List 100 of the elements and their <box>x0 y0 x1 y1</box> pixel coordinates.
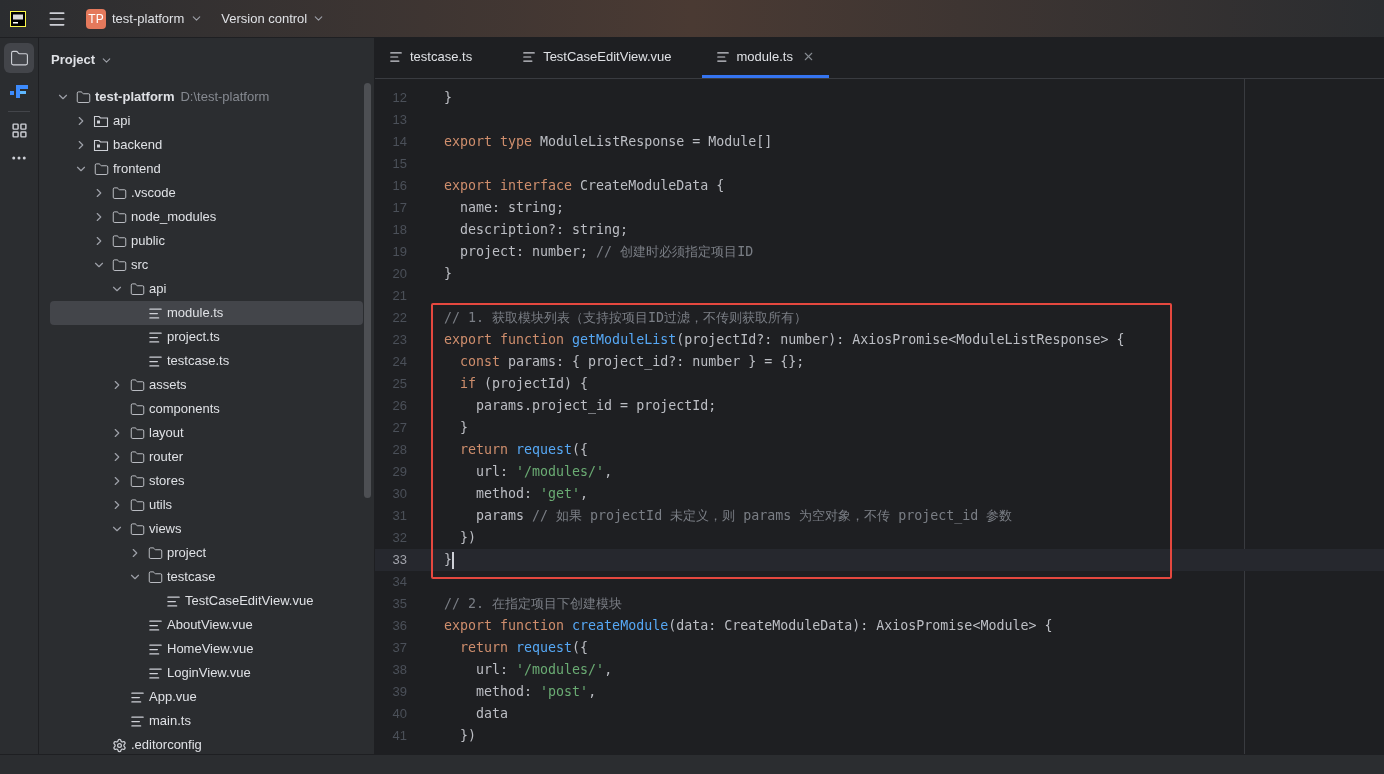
code-text: }) <box>459 727 477 746</box>
code-text: // 2. 在指定项目下创建模块 <box>444 595 623 614</box>
code-text: } <box>444 265 452 284</box>
folder-icon <box>129 281 145 297</box>
tree-item[interactable]: AboutView.vue <box>50 613 363 637</box>
folder-icon <box>93 161 109 177</box>
tree-item[interactable]: HomeView.vue <box>50 637 363 661</box>
tree-item[interactable]: views <box>50 517 363 541</box>
code-text: name: string; <box>459 199 565 218</box>
folder-icon <box>111 257 127 273</box>
file-icon <box>147 305 163 321</box>
code-text: const params: { project_id?: number } = {}; <box>459 353 805 372</box>
editor-tab[interactable]: module.ts <box>701 38 829 78</box>
scrollbar[interactable] <box>364 83 371 498</box>
tree-item[interactable]: layout <box>50 421 363 445</box>
tree-item[interactable]: TestCaseEditView.vue <box>50 589 363 613</box>
tree-item[interactable]: src <box>50 253 363 277</box>
tree-item-label: views <box>149 520 182 539</box>
tree-item-label: node_modules <box>131 208 217 227</box>
tree-item[interactable]: api <box>50 109 363 133</box>
file-icon <box>129 689 145 705</box>
folder-icon <box>129 473 145 489</box>
project-selector[interactable]: TP test-platform <box>86 8 204 29</box>
file-icon <box>715 49 730 64</box>
panel-title[interactable]: Project <box>51 50 114 70</box>
project-tool-button[interactable] <box>4 43 34 73</box>
code-text: method: 'get', <box>475 485 589 504</box>
tree-item[interactable]: assets <box>50 373 363 397</box>
code-text: } <box>444 550 454 570</box>
tree-item[interactable]: frontend <box>50 157 363 181</box>
file-icon <box>129 713 145 729</box>
tree-item-label: LoginView.vue <box>167 664 251 683</box>
tree-item[interactable]: router <box>50 445 363 469</box>
folder-icon <box>129 521 145 537</box>
tree-item[interactable]: components <box>50 397 363 421</box>
code-text: export type ModuleListResponse = Module[] <box>444 133 773 152</box>
tree-item[interactable]: LoginView.vue <box>50 661 363 685</box>
app-logo-icon[interactable] <box>10 10 26 27</box>
code-text: } <box>459 419 469 438</box>
file-icon <box>147 617 163 633</box>
tree-item[interactable]: project.ts <box>50 325 363 349</box>
tree-item-label: assets <box>149 376 187 395</box>
tree-item[interactable]: .editorconfig <box>50 733 363 757</box>
file-icon <box>147 353 163 369</box>
tree-item-label: frontend <box>113 160 161 179</box>
code-text: } <box>444 89 452 108</box>
tree-item-label: HomeView.vue <box>167 640 254 659</box>
folder-icon <box>147 569 163 585</box>
folder-icon <box>129 377 145 393</box>
code-text: params // 如果 projectId 未定义，则 params 为空对象，不传 project_id 参数 <box>475 507 1013 526</box>
tree-item[interactable]: utils <box>50 493 363 517</box>
tree-item[interactable]: public <box>50 229 363 253</box>
tree-item[interactable]: stores <box>50 469 363 493</box>
tree-item-label: .vscode <box>131 184 176 203</box>
tree-item[interactable]: testcase.ts <box>50 349 363 373</box>
tree-item-label: module.ts <box>167 304 224 323</box>
tree-item-label: layout <box>149 424 184 443</box>
tree-item-label: TestCaseEditView.vue <box>185 592 314 611</box>
tree-item[interactable]: main.ts <box>50 709 363 733</box>
tree-item[interactable]: testcase <box>50 565 363 589</box>
code-text: params.project_id = projectId; <box>475 397 717 416</box>
tree-item-label: App.vue <box>149 688 197 707</box>
tree-item[interactable]: backend <box>50 133 363 157</box>
tree-item[interactable]: module.ts <box>50 301 363 325</box>
tree-item[interactable]: project <box>50 541 363 565</box>
folder-icon <box>129 401 145 417</box>
editor-tab[interactable]: TestCaseEditView.vue <box>508 38 686 78</box>
folder-icon <box>111 233 127 249</box>
folder-icon <box>129 497 145 513</box>
plugin-icon[interactable] <box>9 83 29 101</box>
folder-icon <box>111 185 127 201</box>
tree-item[interactable]: api <box>50 277 363 301</box>
tree-item-label: .editorconfig <box>131 736 202 755</box>
tree-item-label: utils <box>149 496 173 515</box>
module-folder-icon <box>93 113 109 129</box>
tree-item-label: testcase <box>167 568 216 587</box>
tree-item-label: main.ts <box>149 712 191 731</box>
code-text: project: number; // 创建时必须指定项目ID <box>459 243 754 262</box>
code-text: url: '/modules/', <box>475 661 613 680</box>
code-text: // 1. 获取模块列表（支持按项目ID过滤，不传则获取所有） <box>444 309 808 328</box>
module-folder-icon <box>93 137 109 153</box>
tree-item-label: backend <box>113 136 163 155</box>
tree-item-label: router <box>149 448 183 467</box>
file-icon <box>389 49 403 64</box>
tree-item-label: testcase.ts <box>167 352 230 371</box>
folder-icon <box>111 209 127 225</box>
tree-item[interactable]: .vscode <box>50 181 363 205</box>
tree-item-label: test-platform <box>95 88 175 107</box>
tree-item[interactable]: node_modules <box>50 205 363 229</box>
folder-icon <box>9 48 29 68</box>
tree-item[interactable]: App.vue <box>50 685 363 709</box>
structure-icon[interactable] <box>10 122 28 139</box>
tree-item-label: stores <box>149 472 185 491</box>
gear-icon <box>111 737 127 753</box>
tree-item[interactable]: test-platform D:\test-platform <box>50 85 363 109</box>
vcs-menu[interactable]: Version control <box>221 8 326 29</box>
editor-tab[interactable]: testcase.ts <box>375 38 487 78</box>
code-text: method: 'post', <box>475 683 597 702</box>
code-text: if (projectId) { <box>459 375 589 394</box>
code-text: description?: string; <box>459 221 629 240</box>
